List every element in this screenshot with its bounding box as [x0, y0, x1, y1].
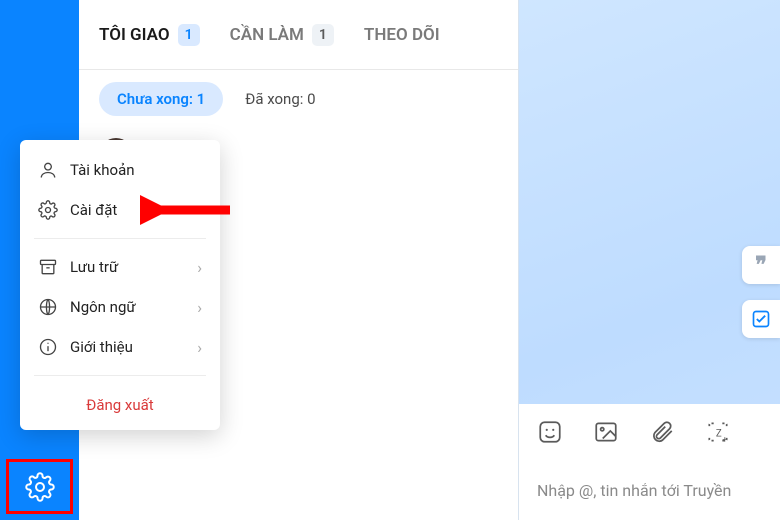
tab-can-lam[interactable]: CẦN LÀM 1 — [230, 24, 334, 46]
tab-toi-giao[interactable]: TÔI GIAO 1 — [99, 24, 200, 46]
menu-item-archive[interactable]: Lưu trữ › — [20, 247, 220, 287]
image-button[interactable] — [593, 419, 619, 445]
gear-icon — [38, 200, 58, 220]
menu-item-label: Tài khoản — [70, 161, 135, 179]
attachment-button[interactable] — [649, 419, 675, 445]
menu-item-label: Ngôn ngữ — [70, 298, 136, 316]
paperclip-icon — [649, 419, 675, 445]
menu-item-about[interactable]: Giới thiệu › — [20, 327, 220, 367]
settings-popup-menu: Tài khoản Cài đặt Lưu trữ › Ngôn ngữ › G… — [20, 140, 220, 430]
image-icon — [593, 419, 619, 445]
tab-theo-doi[interactable]: THEO DÕI — [364, 25, 440, 45]
annotation-arrow-icon — [140, 195, 235, 225]
screenshot-button[interactable]: Z+ — [705, 419, 731, 445]
tab-label: CẦN LÀM — [230, 25, 304, 45]
tab-label: TÔI GIAO — [99, 25, 170, 45]
quote-icon: ❞ — [755, 252, 767, 278]
person-icon — [38, 160, 58, 180]
gear-icon — [25, 472, 55, 502]
chevron-right-icon: › — [197, 338, 202, 357]
check-button[interactable] — [742, 300, 780, 338]
tab-count-badge: 1 — [312, 24, 334, 46]
filter-done[interactable]: Đã xong: 0 — [245, 90, 315, 108]
tab-label: THEO DÕI — [364, 25, 440, 45]
quote-button[interactable]: ❞ — [742, 246, 780, 284]
sticker-button[interactable] — [537, 419, 563, 445]
menu-item-label: Giới thiệu — [70, 338, 133, 356]
archive-icon — [38, 257, 58, 277]
chat-panel: ❞ Z+ — [518, 0, 780, 520]
menu-item-language[interactable]: Ngôn ngữ › — [20, 287, 220, 327]
chevron-right-icon: › — [197, 258, 202, 277]
settings-gear-button[interactable] — [6, 459, 73, 514]
tab-count-badge: 1 — [178, 24, 200, 46]
menu-divider — [34, 238, 206, 239]
info-icon — [38, 337, 58, 357]
capture-icon: Z+ — [705, 419, 731, 445]
sticker-icon — [537, 419, 563, 445]
svg-text:Z: Z — [716, 428, 722, 439]
chat-toolbar: Z+ — [519, 404, 780, 460]
chat-input-area — [519, 460, 780, 520]
checkbox-icon — [751, 309, 771, 329]
menu-divider — [34, 375, 206, 376]
chat-floating-actions: ❞ — [742, 246, 780, 338]
globe-icon — [38, 297, 58, 317]
menu-item-label: Cài đặt — [70, 201, 117, 219]
menu-item-account[interactable]: Tài khoản — [20, 150, 220, 190]
filter-pending-pill[interactable]: Chưa xong: 1 — [99, 82, 223, 116]
menu-item-label: Lưu trữ — [70, 258, 118, 276]
message-input[interactable] — [537, 481, 762, 500]
menu-item-logout[interactable]: Đăng xuất — [20, 384, 220, 420]
chevron-right-icon: › — [197, 298, 202, 317]
svg-text:+: + — [722, 435, 727, 445]
